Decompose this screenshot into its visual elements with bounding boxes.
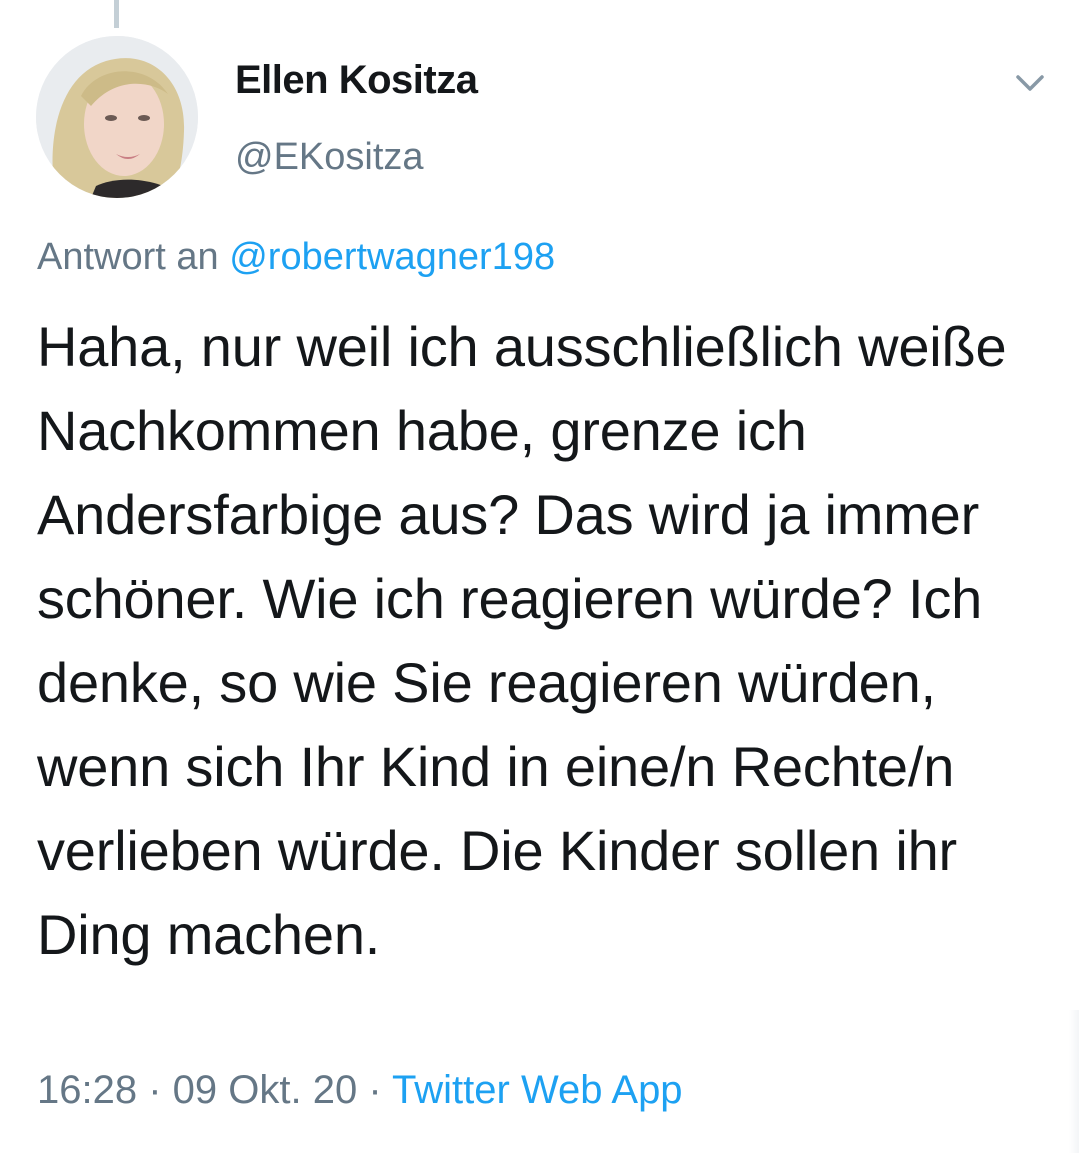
tweet-time[interactable]: 16:28 [37, 1068, 137, 1112]
tweet-date[interactable]: 09 Okt. 20 [173, 1068, 358, 1112]
chevron-down-icon[interactable] [1010, 62, 1050, 102]
tweet-text: Haha, nur weil ich ausschließlich weiße … [37, 315, 1007, 966]
reply-to-handle-link[interactable]: @robertwagner198 [229, 236, 555, 278]
edge-shadow [1069, 1010, 1079, 1153]
thread-connector-line [114, 0, 119, 28]
avatar-photo [36, 36, 198, 198]
meta-separator: · [357, 1068, 393, 1112]
meta-separator: · [137, 1068, 173, 1112]
author-display-name[interactable]: Ellen Kositza [235, 58, 478, 103]
tweet-source-link[interactable]: Twitter Web App [392, 1068, 683, 1112]
author-handle[interactable]: @EKositza [235, 136, 424, 179]
tweet-metadata: 16:28 · 09 Okt. 20 · Twitter Web App [37, 1068, 683, 1113]
reply-prefix: Antwort an [37, 236, 230, 278]
avatar[interactable] [36, 36, 198, 198]
reply-context: Antwort an @robertwagner198 [37, 236, 555, 279]
